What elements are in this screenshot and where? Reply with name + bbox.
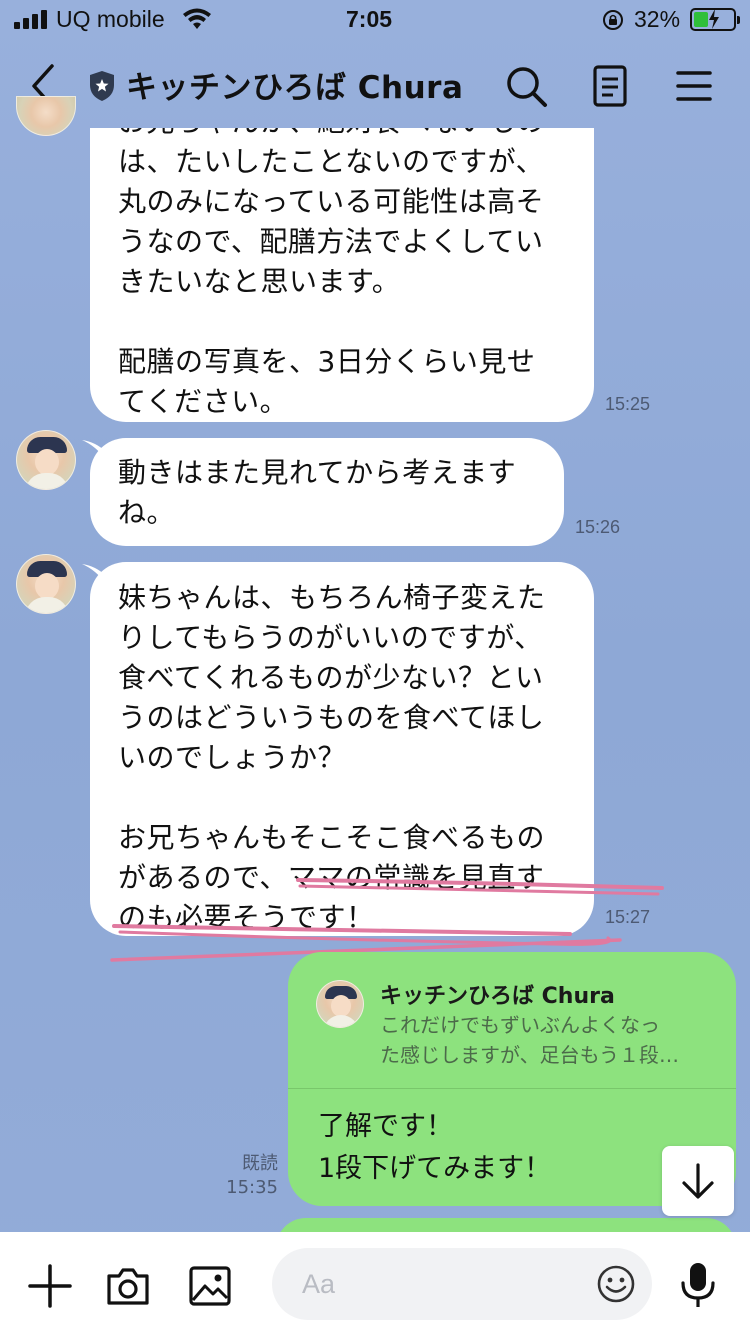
rotation-lock-icon	[603, 10, 623, 30]
camera-icon[interactable]	[104, 1262, 152, 1310]
sender-avatar[interactable]	[16, 554, 76, 614]
reply-snippet[interactable]: これだけでもずいぶんよくなっ た感じしますが、足台もう１段…	[380, 1010, 710, 1070]
sent-message-text: 了解です！ 1段下げてみます！	[318, 1111, 552, 1184]
battery-percent: 32%	[634, 6, 681, 32]
message-time: 15:25	[605, 394, 651, 414]
message-input[interactable]	[272, 1248, 652, 1320]
scroll-to-bottom-button[interactable]	[662, 1146, 734, 1216]
wifi-icon	[183, 8, 211, 29]
read-receipt: 既読 15:35	[214, 1152, 278, 1200]
status-time: 7:05	[346, 6, 393, 32]
message-text: お兄ちゃんが、絶対食べないもの は、たいしたことないのですが、 丸のみになってい…	[118, 128, 545, 418]
carrier-name: UQ mobile	[56, 6, 165, 32]
plus-icon[interactable]	[26, 1262, 74, 1310]
sender-avatar[interactable]	[16, 430, 76, 490]
chat-title[interactable]: キッチンひろば Chura	[126, 62, 463, 107]
battery-icon	[690, 8, 740, 31]
menu-icon[interactable]	[670, 62, 718, 110]
input-bar	[0, 1232, 750, 1334]
message-text: 動きはまた見れてから考えます ね。	[118, 456, 517, 529]
reply-avatar	[316, 980, 364, 1028]
message-text: 妹ちゃんは、もちろん椅子変えた りしてもらうのがいいのですが、 食べてくれるもの…	[118, 581, 546, 934]
image-icon[interactable]	[186, 1262, 234, 1310]
message-bubble[interactable]: お兄ちゃんが、絶対食べないもの は、たいしたことないのですが、 丸のみになってい…	[90, 128, 594, 422]
message-time: 15:26	[575, 517, 621, 537]
status-bar: UQ mobile 7:05 32%	[0, 0, 750, 44]
arrow-down-icon	[682, 1163, 714, 1199]
sent-time: 15:35	[226, 1177, 278, 1198]
shield-icon	[90, 71, 114, 101]
message-bubble[interactable]: 動きはまた見れてから考えます ね。	[90, 438, 564, 546]
search-icon[interactable]	[502, 62, 550, 110]
reply-sender-name: キッチンひろば Chura	[380, 984, 615, 1009]
mic-icon[interactable]	[678, 1260, 718, 1310]
chat-header: キッチンひろば Chura	[0, 48, 750, 124]
read-label: 既読	[242, 1153, 278, 1174]
signal-icon	[14, 9, 48, 29]
reply-divider	[288, 1088, 736, 1089]
emoji-icon[interactable]	[596, 1264, 636, 1304]
notes-icon[interactable]	[586, 62, 634, 110]
message-bubble[interactable]: 妹ちゃんは、もちろん椅子変えた りしてもらうのがいいのですが、 食べてくれるもの…	[90, 562, 594, 936]
message-time: 15:27	[605, 907, 651, 927]
